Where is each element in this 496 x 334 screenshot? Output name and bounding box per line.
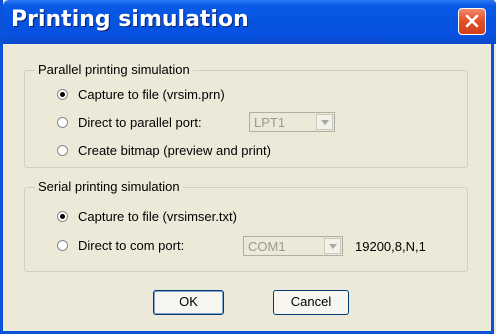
com-port-value: COM1 — [248, 239, 286, 254]
radio-button[interactable] — [57, 144, 68, 156]
cancel-button[interactable]: Cancel — [273, 290, 349, 315]
radio-capture-to-file-parallel[interactable]: Capture to file (vrsim.prn) — [57, 85, 225, 103]
close-icon — [465, 14, 479, 28]
radio-button[interactable] — [57, 210, 68, 222]
radio-button[interactable] — [57, 88, 68, 100]
radio-direct-to-com-port[interactable]: Direct to com port: — [57, 236, 184, 254]
parallel-port-value: LPT1 — [254, 115, 286, 130]
radio-direct-to-parallel-port[interactable]: Direct to parallel port: — [57, 113, 202, 131]
radio-label: Create bitmap (preview and print) — [78, 142, 271, 158]
parallel-port-select[interactable]: LPT1 — [249, 112, 335, 132]
window-title: Printing simulation — [11, 7, 249, 32]
radio-button[interactable] — [57, 239, 68, 251]
radio-capture-to-file-serial[interactable]: Capture to file (vrsimser.txt) — [57, 207, 237, 225]
radio-label: Capture to file (vrsimser.txt) — [78, 208, 237, 224]
serial-settings-text: 19200,8,N,1 — [355, 239, 426, 254]
serial-printing-group: Serial printing simulation — [24, 179, 468, 272]
title-bar[interactable]: Printing simulation — [3, 0, 496, 44]
com-port-dropdown-button[interactable] — [324, 238, 341, 254]
radio-create-bitmap[interactable]: Create bitmap (preview and print) — [57, 141, 271, 159]
parallel-port-dropdown-button[interactable] — [316, 114, 333, 130]
radio-label: Capture to file (vrsim.prn) — [78, 86, 225, 102]
serial-group-legend: Serial printing simulation — [35, 179, 183, 194]
radio-label: Direct to com port: — [78, 237, 185, 253]
com-port-select[interactable]: COM1 — [243, 236, 343, 256]
ok-button[interactable]: OK — [153, 290, 224, 315]
radio-label: Direct to parallel port: — [78, 114, 202, 130]
printing-simulation-dialog: Printing simulation Parallel printing si… — [0, 0, 496, 334]
parallel-group-legend: Parallel printing simulation — [35, 62, 193, 77]
close-button[interactable] — [458, 8, 486, 35]
chevron-down-icon — [329, 244, 337, 249]
chevron-down-icon — [321, 120, 329, 125]
radio-button[interactable] — [57, 116, 68, 128]
